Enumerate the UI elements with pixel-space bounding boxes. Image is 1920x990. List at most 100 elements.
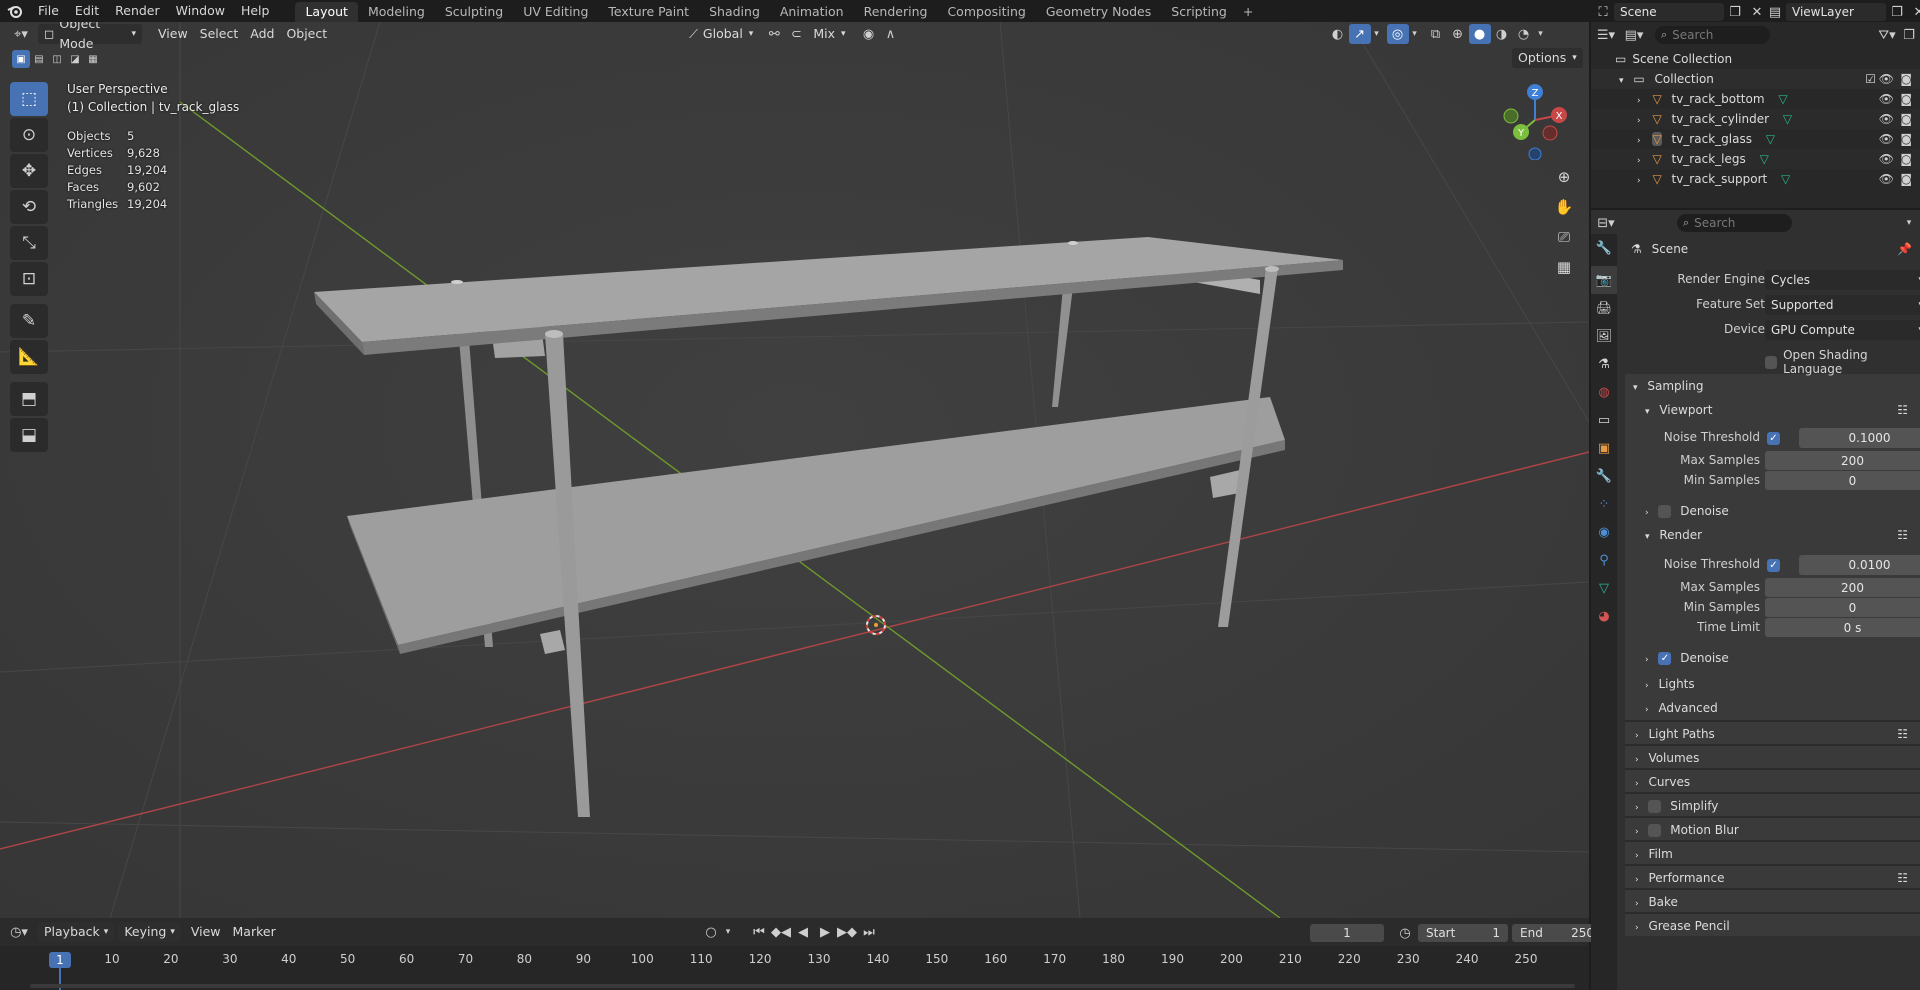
grease-pencil-panel[interactable]: › Grease Pencil — [1625, 912, 1920, 936]
frame-ruler[interactable]: 1 10 20 30 40 50 60 70 80 90 100 110 120 130 140 150 16… — [0, 946, 1589, 990]
eye-icon[interactable]: 👁 — [1879, 149, 1894, 169]
marker-menu[interactable]: Marker — [227, 922, 282, 942]
add-workspace-button[interactable]: + — [1237, 2, 1259, 22]
outliner-object-row[interactable]: › ▽ tv_rack_legs ▽ 👁 ◙ — [1591, 149, 1920, 169]
checkbox-icon[interactable] — [1648, 824, 1662, 837]
tab-shading[interactable]: Shading — [699, 2, 770, 22]
current-frame-field[interactable]: 1 — [1310, 924, 1384, 942]
blender-logo-icon[interactable] — [0, 0, 30, 22]
light-paths-panel[interactable]: › Light Paths ☷ — [1625, 720, 1920, 744]
display-mode-icon[interactable]: ▤▾ — [1623, 25, 1645, 45]
add-object-tool-icon[interactable]: ⬓ — [10, 418, 48, 452]
tool-tab-icon[interactable]: 🔧 — [1591, 234, 1617, 262]
delete-view-layer-icon[interactable]: ✕ — [1908, 2, 1920, 22]
outliner-object-row[interactable]: › ▽ tv_rack_support ▽ 👁 ◙ — [1591, 169, 1920, 189]
object-mode-dropdown[interactable]: ◻ Object Mode ▾ — [38, 22, 142, 51]
viewport-subpanel-header[interactable]: ▾ Viewport ☷ — [1625, 398, 1920, 422]
menu-object[interactable]: Object — [280, 24, 333, 44]
tab-rendering[interactable]: Rendering — [854, 2, 938, 22]
tab-uv-editing[interactable]: UV Editing — [513, 2, 598, 22]
view-layer-field[interactable]: ViewLayer — [1786, 3, 1886, 21]
playback-menu[interactable]: Playback ▾ — [38, 922, 115, 942]
presets-list-icon[interactable]: ☷ — [1897, 523, 1908, 547]
options-dropdown[interactable]: Options ▾ — [1512, 48, 1583, 68]
pan-hand-icon[interactable]: ✋ — [1551, 194, 1577, 220]
camera-view-icon[interactable]: ⎚ — [1551, 224, 1577, 250]
scene-icon[interactable]: ⛶ — [1592, 2, 1614, 22]
outliner-object-row[interactable]: › ▽ tv_rack_cylinder ▽ 👁 ◙ — [1591, 109, 1920, 129]
select-subtract-icon[interactable]: ◫ — [48, 50, 66, 68]
menu-help[interactable]: Help — [233, 0, 278, 22]
lights-subpanel[interactable]: › Lights — [1625, 672, 1920, 696]
tab-layout[interactable]: Layout — [295, 1, 358, 22]
measure-tool-icon[interactable]: 📐 — [10, 340, 48, 374]
menu-window[interactable]: Window — [168, 0, 233, 22]
select-new-icon[interactable]: ▣ — [12, 50, 30, 68]
checkbox-icon[interactable]: ✓ — [1767, 432, 1780, 445]
xray-toggle-icon[interactable]: ⧉ — [1425, 24, 1447, 44]
chevron-down-icon[interactable]: ▾ — [1371, 24, 1383, 44]
outliner-scene-collection[interactable]: ▭ Scene Collection — [1591, 49, 1920, 69]
eye-icon[interactable]: 👁 — [1879, 69, 1894, 89]
osl-checkbox[interactable]: Open Shading Language — [1765, 348, 1920, 376]
pivot-point-icon[interactable]: ⚯ — [763, 24, 785, 44]
render-noise-threshold-field[interactable]: 0.0100 — [1799, 555, 1920, 575]
visibility-icon[interactable]: ◐ — [1327, 24, 1349, 44]
render-engine-dropdown[interactable]: Cycles ▾ — [1765, 270, 1920, 290]
falloff-icon[interactable]: ∧ — [880, 24, 902, 44]
material-shading-icon[interactable]: ◑ — [1491, 24, 1513, 44]
bake-panel[interactable]: › Bake — [1625, 888, 1920, 912]
proportional-edit-icon[interactable]: ◉ — [858, 24, 880, 44]
viewport-min-samples-field[interactable]: 0 — [1765, 471, 1920, 490]
viewport-noise-threshold-field[interactable]: 0.1000 — [1799, 428, 1920, 448]
render-subpanel-header[interactable]: ▾ Render ☷ — [1625, 523, 1920, 547]
view-layer-tab-icon[interactable]: 🖼 — [1591, 322, 1617, 350]
physics-tab-icon[interactable]: ◉ — [1591, 518, 1617, 546]
transform-tool-icon[interactable]: ⊡ — [10, 262, 48, 296]
jump-keyframe-back-icon[interactable]: ◆◀ — [770, 922, 792, 942]
start-frame-field[interactable]: Start 1 — [1418, 924, 1508, 942]
render-min-samples-field[interactable]: 0 — [1765, 598, 1920, 617]
properties-editor-type-icon[interactable]: ⊟▾ — [1595, 213, 1617, 233]
tab-modeling[interactable]: Modeling — [358, 2, 435, 22]
preview-range-icon[interactable]: ◷ — [1394, 923, 1416, 943]
film-panel[interactable]: › Film — [1625, 840, 1920, 864]
tab-compositing[interactable]: Compositing — [937, 2, 1035, 22]
camera-icon[interactable]: ◙ — [1900, 109, 1912, 129]
menu-select[interactable]: Select — [194, 24, 245, 44]
menu-view[interactable]: View — [152, 24, 194, 44]
perspective-toggle-icon[interactable]: ▦ — [1551, 254, 1577, 280]
device-dropdown[interactable]: GPU Compute ▾ — [1765, 320, 1920, 340]
modifier-tab-icon[interactable]: 🔧 — [1591, 462, 1617, 490]
auto-keying-icon[interactable]: ○ — [700, 922, 722, 942]
render-denoise-subpanel[interactable]: › ✓ Denoise — [1625, 646, 1920, 670]
annotate-tool-icon[interactable]: ✎ — [10, 304, 48, 338]
play-reverse-icon[interactable]: ◀ — [792, 922, 814, 942]
select-extend-icon[interactable]: ▤ — [30, 50, 48, 68]
new-scene-icon[interactable]: ❐ — [1724, 2, 1746, 22]
world-tab-icon[interactable]: ◍ — [1591, 378, 1617, 406]
overlay-toggle-icon[interactable]: ◎ — [1386, 24, 1409, 44]
properties-search-input[interactable]: ⌕ Search — [1677, 214, 1792, 232]
checkbox-icon[interactable]: ✓ — [1658, 652, 1672, 665]
viewport-denoise-subpanel[interactable]: › Denoise — [1625, 499, 1920, 523]
end-frame-field[interactable]: End 250 — [1512, 924, 1602, 942]
sampling-panel-header[interactable]: ▾ Sampling — [1625, 374, 1920, 398]
expand-chevron-icon[interactable]: › — [1637, 96, 1641, 106]
add-cube-tool-icon[interactable]: ⬒ — [10, 382, 48, 416]
tab-scripting[interactable]: Scripting — [1161, 2, 1237, 22]
playhead[interactable]: 1 — [49, 952, 71, 968]
select-intersect-icon[interactable]: ▦ — [84, 50, 102, 68]
checkbox-icon[interactable] — [1658, 505, 1672, 518]
filter-icon[interactable]: ⛛▾ — [1876, 25, 1898, 45]
new-view-layer-icon[interactable]: ❐ — [1886, 2, 1908, 22]
eye-icon[interactable]: 👁 — [1879, 109, 1894, 129]
keying-menu[interactable]: Keying ▾ — [118, 922, 181, 942]
menu-file[interactable]: File — [30, 0, 67, 22]
wireframe-shading-icon[interactable]: ⊕ — [1447, 24, 1469, 44]
render-max-samples-field[interactable]: 200 — [1765, 578, 1920, 597]
expand-chevron-icon[interactable]: › — [1637, 176, 1641, 186]
collapse-chevron-icon[interactable]: ▾ — [1619, 76, 1624, 86]
camera-icon[interactable]: ◙ — [1900, 69, 1912, 89]
tab-animation[interactable]: Animation — [770, 2, 854, 22]
